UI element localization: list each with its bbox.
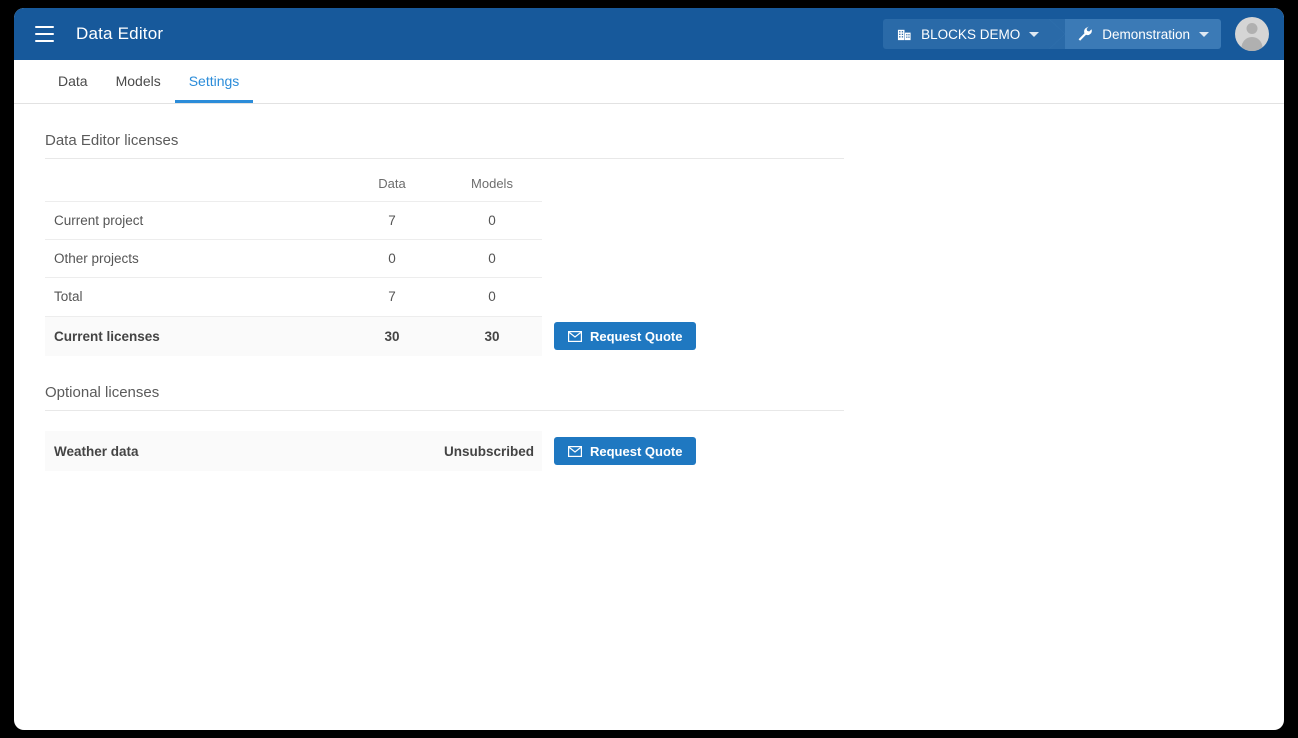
tab-settings[interactable]: Settings [174,73,254,103]
row-data-value: 7 [342,277,442,315]
row-models-value: 0 [442,201,542,240]
page-title: Data Editor [76,24,164,43]
tab-bar: Data Models Settings [14,60,1284,104]
hamburger-line [34,40,54,42]
weather-data-box: Weather data Unsubscribed [45,431,542,471]
breadcrumb-item-app[interactable]: Demonstration [1065,19,1221,49]
app-header: Data Editor BLOCKS DEMO Demonstration [14,8,1284,60]
current-licenses-label: Current licenses [54,329,160,344]
table-row: Other projects 0 0 [45,239,542,278]
breadcrumb-app-label: Demonstration [1102,26,1190,42]
column-header-models: Models [471,176,513,191]
current-licenses-box: Current licenses 30 30 [45,316,542,356]
hamburger-line [34,33,54,35]
weather-data-label: Weather data [54,443,139,459]
breadcrumb-separator-icon [1049,19,1066,49]
section-title-licenses: Data Editor licenses [45,104,844,159]
table-row: Current project 7 0 [45,201,542,240]
weather-data-status: Unsubscribed [443,443,534,459]
table-header-row: Data Models [45,167,542,202]
optional-licenses-row: Weather data Unsubscribed Request Quote [45,431,1284,471]
building-icon [897,27,912,42]
breadcrumb-project-label: BLOCKS DEMO [921,26,1021,42]
column-header-data: Data [378,176,406,191]
chevron-down-icon[interactable] [1199,31,1209,37]
tab-models[interactable]: Models [102,73,175,103]
row-data-value: 0 [342,239,442,278]
envelope-icon [568,445,582,457]
row-label: Other projects [45,239,342,278]
tab-data[interactable]: Data [45,73,102,103]
chevron-down-icon[interactable] [1029,31,1040,37]
hamburger-line [34,26,54,28]
header-right-group: BLOCKS DEMO Demonstration [883,17,1284,51]
request-quote-button-weather[interactable]: Request Quote [554,437,697,465]
table-row: Total 7 0 [45,277,542,315]
row-models-value: 0 [442,239,542,278]
request-quote-label: Request Quote [590,328,683,344]
row-label: Total [45,277,342,315]
settings-content: Data Editor licenses Data Models Current… [14,104,1284,471]
app-window: Data Editor BLOCKS DEMO Demonstration Da… [14,8,1284,730]
avatar[interactable] [1235,17,1269,51]
current-licenses-data: 30 [384,329,400,344]
breadcrumb: BLOCKS DEMO Demonstration [883,19,1221,49]
current-licenses-models: 30 [484,329,500,344]
licenses-table: Data Models Current project 7 0 Other pr… [45,167,542,315]
hamburger-icon[interactable] [24,14,64,54]
column-header-blank [45,167,342,202]
row-label: Current project [45,201,342,240]
request-quote-label: Request Quote [590,443,683,459]
current-licenses-row: Current licenses 30 30 Request Quote [45,316,1284,356]
section-title-optional: Optional licenses [45,356,844,411]
wrench-icon [1077,26,1093,42]
request-quote-button-licenses[interactable]: Request Quote [554,322,697,350]
row-models-value: 0 [442,277,542,315]
envelope-icon [568,330,582,342]
breadcrumb-item-project[interactable]: BLOCKS DEMO [883,19,1050,49]
row-data-value: 7 [342,201,442,240]
